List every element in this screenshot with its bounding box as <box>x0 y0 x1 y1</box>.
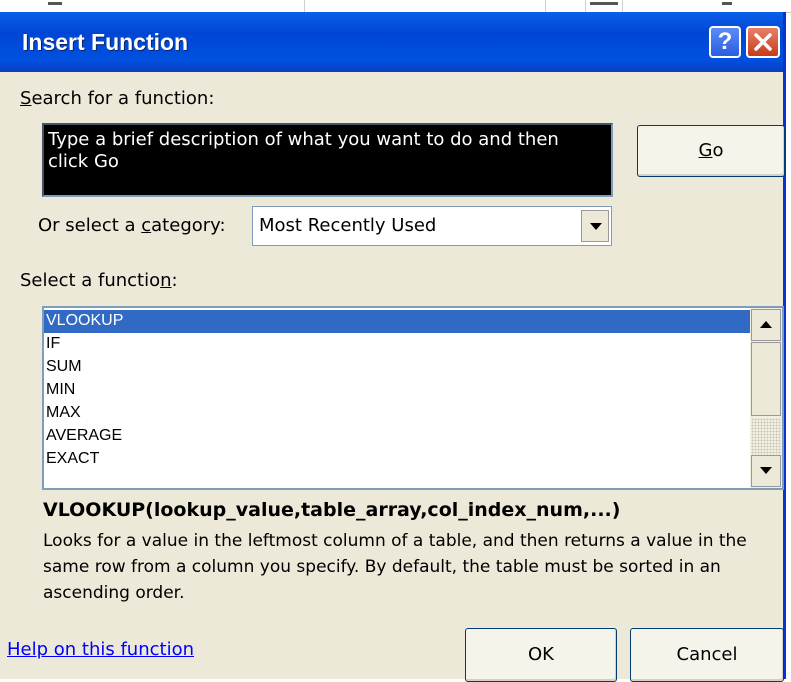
search-input-text: Type a brief description of what you wan… <box>48 129 559 172</box>
help-button[interactable]: ? <box>709 26 741 58</box>
function-description: Looks for a value in the leftmost column… <box>43 531 747 603</box>
function-item-sum[interactable]: SUM <box>44 356 752 379</box>
title-bar[interactable]: Insert Function ? <box>0 12 783 72</box>
category-dropdown-button[interactable] <box>581 210 609 242</box>
function-list-scrollbar[interactable] <box>750 308 782 488</box>
function-item-average[interactable]: AVERAGE <box>44 425 752 448</box>
scroll-up-button[interactable] <box>751 309 781 341</box>
insert-function-dialog: Insert Function ? Search for a function:… <box>0 12 786 682</box>
help-on-function-link[interactable]: Help on this function <box>7 639 194 660</box>
function-item-exact[interactable]: EXACT <box>44 448 752 471</box>
arrow-up-icon <box>760 321 772 328</box>
scroll-thumb[interactable] <box>751 342 781 416</box>
category-select-value: Most Recently Used <box>259 215 437 236</box>
chevron-down-icon <box>590 223 602 230</box>
scroll-down-button[interactable] <box>751 455 781 487</box>
close-button[interactable] <box>746 26 780 58</box>
arrow-down-icon <box>760 467 772 474</box>
function-list-label: Select a function: <box>20 270 178 291</box>
function-item-if[interactable]: IF <box>44 333 752 356</box>
close-icon <box>754 33 772 51</box>
dialog-title: Insert Function <box>22 29 189 55</box>
go-button[interactable]: Go <box>637 125 785 177</box>
category-select[interactable]: Most Recently Used <box>252 206 612 246</box>
question-mark-icon: ? <box>717 28 733 55</box>
ok-button[interactable]: OK <box>465 628 617 682</box>
cancel-button[interactable]: Cancel <box>630 628 784 682</box>
function-item-max[interactable]: MAX <box>44 402 752 425</box>
search-input[interactable]: Type a brief description of what you wan… <box>42 123 613 197</box>
function-item-min[interactable]: MIN <box>44 379 752 402</box>
category-label: Or select a category: <box>38 215 226 236</box>
scroll-track[interactable] <box>751 418 781 456</box>
function-signature: VLOOKUP(lookup_value,table_array,col_ind… <box>43 499 621 521</box>
function-listbox[interactable]: VLOOKUP IF SUM MIN MAX AVERAGE EXACT <box>42 306 784 490</box>
search-label: Search for a function: <box>20 88 215 109</box>
function-item-vlookup[interactable]: VLOOKUP <box>44 310 752 333</box>
